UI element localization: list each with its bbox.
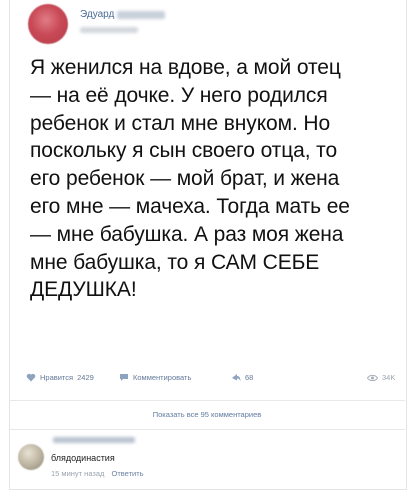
reply-button[interactable]: Ответить: [112, 469, 144, 478]
views-counter: 34K: [367, 373, 395, 382]
comment-button[interactable]: Комментировать: [119, 373, 191, 382]
post-actions: Нравится 2429 Комментировать 68 34K: [26, 373, 398, 387]
post-date-blurred: [80, 27, 138, 33]
divider-top: [9, 400, 405, 401]
heart-icon: [26, 373, 36, 382]
post-text: Я женился на вдове, а мой отец — на её д…: [30, 56, 350, 302]
share-button[interactable]: 68: [231, 373, 253, 382]
views-count: 34K: [382, 373, 396, 382]
author-name-text[interactable]: Эдуард: [80, 9, 114, 20]
comment-meta: 15 минут назад Ответить: [51, 469, 144, 478]
author-name-blurred: [117, 10, 166, 19]
commenter-avatar[interactable]: [18, 444, 44, 470]
comment-text: блядодинастия: [51, 453, 115, 463]
comment-icon: [120, 374, 128, 381]
eye-icon: [367, 374, 378, 381]
comment-label: Комментировать: [133, 373, 192, 382]
share-icon: [232, 374, 241, 381]
like-label: Нравится: [40, 373, 74, 382]
comment-time: 15 минут назад: [51, 469, 105, 478]
share-count: 68: [245, 373, 254, 382]
like-count: 2429: [77, 373, 94, 382]
author-name[interactable]: Эдуард: [80, 9, 166, 20]
divider-bottom: [9, 429, 405, 430]
show-all-comments-link[interactable]: Показать все 95 комментариев: [9, 410, 405, 419]
author-avatar[interactable]: [28, 4, 68, 44]
commenter-name-blurred[interactable]: [53, 437, 135, 443]
like-button[interactable]: Нравится 2429: [26, 373, 94, 382]
